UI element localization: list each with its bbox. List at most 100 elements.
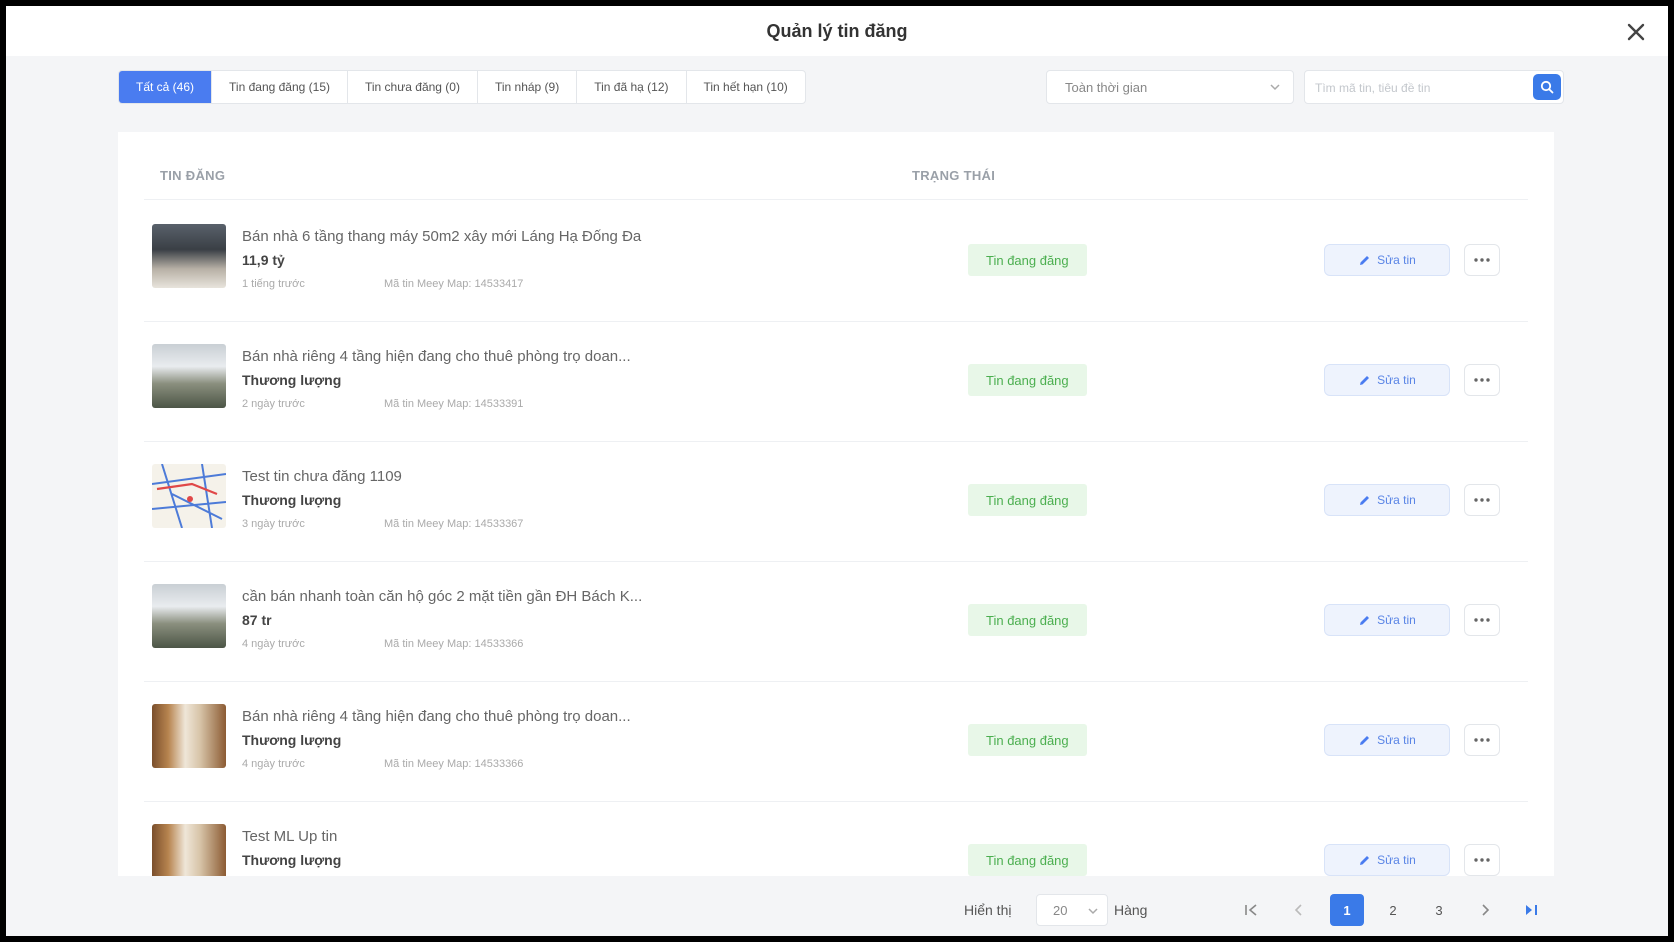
next-page-button[interactable] <box>1468 894 1502 926</box>
first-page-button[interactable] <box>1234 894 1268 926</box>
listing-title[interactable]: Bán nhà 6 tầng thang máy 50m2 xây mới Lá… <box>242 228 641 245</box>
edit-listing-label: Sửa tin <box>1377 613 1416 627</box>
table-row[interactable]: Bán nhà riêng 4 tầng hiện đang cho thuê … <box>144 682 1528 802</box>
close-icon <box>1627 23 1645 41</box>
tab-expired[interactable]: Tin hết hạn (10) <box>687 71 805 103</box>
listing-thumbnail[interactable] <box>152 224 226 288</box>
more-horizontal-icon <box>1474 498 1490 502</box>
listing-code: Mã tin Meey Map: 14533391 <box>384 398 524 410</box>
map-thumbnail-image <box>152 464 226 528</box>
more-horizontal-icon <box>1474 738 1490 742</box>
more-actions-button[interactable] <box>1464 364 1500 396</box>
table-row[interactable]: Bán nhà 6 tầng thang máy 50m2 xây mới Lá… <box>144 202 1528 322</box>
listing-rows: Bán nhà 6 tầng thang máy 50m2 xây mới Lá… <box>144 202 1528 876</box>
listing-thumbnail[interactable] <box>152 584 226 648</box>
more-horizontal-icon <box>1474 258 1490 262</box>
status-badge: Tin đang đăng <box>968 364 1087 396</box>
tab-drafts[interactable]: Tin nháp (9) <box>478 71 578 103</box>
pencil-icon <box>1360 495 1370 505</box>
listing-code: Mã tin Meey Map: 14533417 <box>384 278 524 290</box>
edit-listing-label: Sửa tin <box>1377 373 1416 387</box>
listing-thumbnail[interactable] <box>152 704 226 768</box>
status-badge: Tin đang đăng <box>968 724 1087 756</box>
search-input[interactable] <box>1315 77 1515 99</box>
edit-listing-label: Sửa tin <box>1377 493 1416 507</box>
tab-taken-down[interactable]: Tin đã hạ (12) <box>577 71 687 103</box>
chevron-down-icon <box>1088 908 1098 915</box>
table-row[interactable]: Test ML Up tin Thương lượng Tin đang đăn… <box>144 802 1528 876</box>
tab-all[interactable]: Tất cả (46) <box>119 71 213 103</box>
pagination-bar: Hiển thị 20 Hàng 1 2 3 <box>6 894 1668 926</box>
edit-listing-button[interactable]: Sửa tin <box>1324 244 1450 276</box>
listing-thumbnail[interactable] <box>152 344 226 408</box>
more-actions-button[interactable] <box>1464 244 1500 276</box>
listing-time: 4 ngày trước <box>242 638 305 650</box>
listing-time: 1 tiếng trước <box>242 278 305 290</box>
page-1-button[interactable]: 1 <box>1330 894 1364 926</box>
edit-listing-button[interactable]: Sửa tin <box>1324 604 1450 636</box>
show-label: Hiển thị <box>964 902 1012 918</box>
edit-listing-button[interactable]: Sửa tin <box>1324 844 1450 876</box>
close-button[interactable] <box>1624 20 1648 44</box>
listing-title[interactable]: cần bán nhanh toàn căn hộ góc 2 mặt tiền… <box>242 588 642 605</box>
listing-thumbnail[interactable] <box>152 824 226 876</box>
prev-page-button[interactable] <box>1282 894 1316 926</box>
listing-title[interactable]: Bán nhà riêng 4 tầng hiện đang cho thuê … <box>242 708 631 725</box>
pencil-icon <box>1360 615 1370 625</box>
listing-management-modal: Quản lý tin đăng Tất cả (46) Tin đang đă… <box>6 6 1668 936</box>
chevron-right-icon <box>1482 904 1490 916</box>
listing-table-panel: TIN ĐĂNG TRẠNG THÁI Bán nhà 6 tầng thang… <box>118 132 1554 876</box>
more-actions-button[interactable] <box>1464 604 1500 636</box>
listing-title[interactable]: Bán nhà riêng 4 tầng hiện đang cho thuê … <box>242 348 631 365</box>
listing-code: Mã tin Meey Map: 14533367 <box>384 518 524 530</box>
status-badge: Tin đang đăng <box>968 484 1087 516</box>
table-header: TIN ĐĂNG TRẠNG THÁI <box>144 168 1528 200</box>
listing-thumbnail[interactable] <box>152 464 226 528</box>
last-page-icon <box>1526 905 1537 915</box>
page-size-value: 20 <box>1053 902 1068 918</box>
more-actions-button[interactable] <box>1464 724 1500 756</box>
search-icon <box>1540 80 1554 94</box>
listing-code: Mã tin Meey Map: 14533366 <box>384 758 524 770</box>
tab-unpublished[interactable]: Tin chưa đăng (0) <box>348 71 478 103</box>
modal-header: Quản lý tin đăng <box>6 6 1668 56</box>
edit-listing-label: Sửa tin <box>1377 733 1416 747</box>
table-row[interactable]: Bán nhà riêng 4 tầng hiện đang cho thuê … <box>144 322 1528 442</box>
rows-label: Hàng <box>1114 902 1148 918</box>
edit-listing-label: Sửa tin <box>1377 253 1416 267</box>
listing-time: 3 ngày trước <box>242 518 305 530</box>
listing-price: Thương lượng <box>242 732 342 748</box>
listing-price: Thương lượng <box>242 852 342 868</box>
filter-toolbar: Tất cả (46) Tin đang đăng (15) Tin chưa … <box>118 70 1564 108</box>
listing-time: 4 ngày trước <box>242 758 305 770</box>
pencil-icon <box>1360 855 1370 865</box>
status-badge: Tin đang đăng <box>968 604 1087 636</box>
listing-time: 2 ngày trước <box>242 398 305 410</box>
listing-code: Mã tin Meey Map: 14533366 <box>384 638 524 650</box>
column-header-listing: TIN ĐĂNG <box>160 168 226 183</box>
last-page-button[interactable] <box>1514 894 1548 926</box>
tab-published[interactable]: Tin đang đăng (15) <box>212 71 348 103</box>
pencil-icon <box>1360 735 1370 745</box>
status-badge: Tin đang đăng <box>968 844 1087 876</box>
listing-title[interactable]: Test tin chưa đăng 1109 <box>242 468 402 485</box>
page-3-button[interactable]: 3 <box>1422 894 1456 926</box>
edit-listing-button[interactable]: Sửa tin <box>1324 484 1450 516</box>
page-size-select[interactable]: 20 <box>1036 894 1108 926</box>
more-horizontal-icon <box>1474 858 1490 862</box>
search-button[interactable] <box>1533 74 1561 100</box>
table-row[interactable]: Test tin chưa đăng 1109 Thương lượng 3 n… <box>144 442 1528 562</box>
table-row[interactable]: cần bán nhanh toàn căn hộ góc 2 mặt tiền… <box>144 562 1528 682</box>
more-actions-button[interactable] <box>1464 844 1500 876</box>
status-badge: Tin đang đăng <box>968 244 1087 276</box>
more-actions-button[interactable] <box>1464 484 1500 516</box>
listing-title[interactable]: Test ML Up tin <box>242 828 337 845</box>
time-range-select[interactable]: Toàn thời gian <box>1046 70 1294 104</box>
more-horizontal-icon <box>1474 618 1490 622</box>
chevron-down-icon <box>1270 84 1280 91</box>
listing-price: 11,9 tỷ <box>242 252 285 268</box>
edit-listing-button[interactable]: Sửa tin <box>1324 724 1450 756</box>
listing-price: Thương lượng <box>242 372 342 388</box>
page-2-button[interactable]: 2 <box>1376 894 1410 926</box>
edit-listing-button[interactable]: Sửa tin <box>1324 364 1450 396</box>
